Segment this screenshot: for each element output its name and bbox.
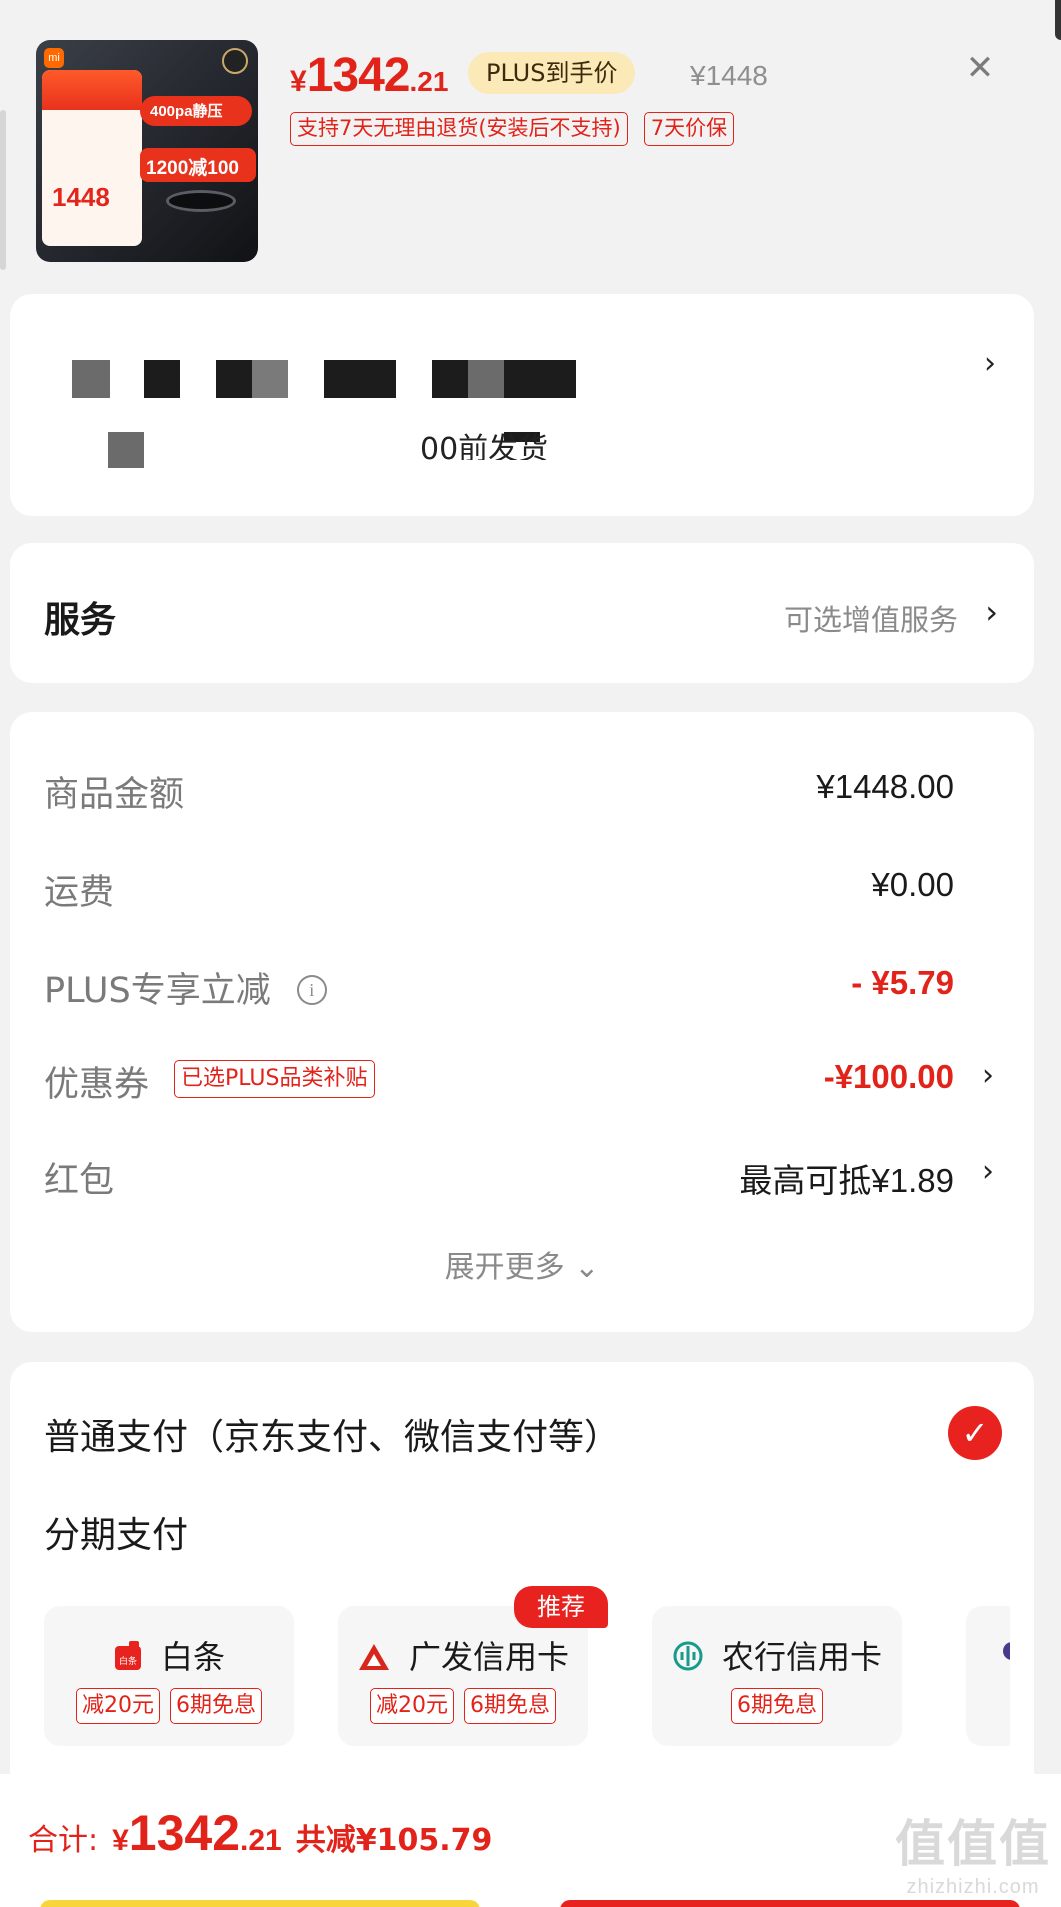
product-thumbnail[interactable]: mi 1448 400pa静压 1200减100 [36, 40, 258, 262]
option-tag: 减20元 [370, 1688, 454, 1724]
product-header: mi 1448 400pa静压 1200减100 ¥ 1342 .21 PLUS… [0, 0, 1061, 282]
promo-card: 1448 [42, 70, 142, 246]
brand-logo: mi [44, 48, 64, 68]
redacted-block [468, 360, 504, 398]
redacted-block [72, 360, 110, 398]
checkout-bar: 合计: ¥ 1342 .21 共减¥105.79 值值值 zhizhizhi.c… [0, 1774, 1061, 1907]
close-button[interactable]: ✕ [958, 46, 1002, 90]
bank-icon [1000, 1636, 1010, 1674]
redacted-block [504, 360, 576, 398]
scrollbar[interactable] [0, 110, 6, 270]
window-edge [1055, 0, 1061, 40]
installment-option-abc[interactable]: 农行信用卡 6期免息 [652, 1606, 902, 1746]
chevron-right-icon: › [984, 346, 996, 381]
installment-option-baitiao[interactable]: 白条 白条 减20元 6期免息 [44, 1606, 294, 1746]
product-price: ¥ 1342 .21 [290, 49, 449, 102]
address-card[interactable]: › [10, 294, 1034, 516]
plus-discount-value: - ¥5.79 [851, 964, 954, 1001]
redacted-block [108, 432, 144, 468]
option-tag: 6期免息 [731, 1688, 823, 1724]
option-name: 农行信用卡 [721, 1638, 882, 1676]
product-tags: 支持7天无理由退货(安装后不支持) 7天价保 [290, 112, 735, 146]
recommend-badge: 推荐 [514, 1586, 608, 1628]
redacted-block [216, 360, 252, 398]
baitiao-icon: 白条 [113, 1640, 143, 1680]
add-to-cart-button[interactable] [40, 1900, 480, 1907]
installment-options: 白条 白条 减20元 6期免息 广发信用卡 减20元 6期免息 农行信用卡 6期… [44, 1606, 1010, 1756]
redacted-block [432, 360, 468, 398]
option-tag: 6期免息 [170, 1688, 262, 1724]
option-name: 白条 [160, 1638, 225, 1676]
service-title: 服务 [44, 600, 117, 641]
coupon-value: -¥100.00 [823, 1058, 954, 1095]
submit-order-button[interactable] [560, 1900, 1020, 1907]
chevron-right-icon: › [982, 1154, 994, 1189]
stove-pan-image [166, 190, 236, 212]
coupon-selected-tag: 已选PLUS品类补贴 [174, 1060, 375, 1098]
red-packet-value: 最高可抵¥1.89 [739, 1162, 954, 1199]
total-integer: 1342 [128, 1805, 241, 1861]
return-policy-tag: 支持7天无理由退货(安装后不支持) [290, 112, 628, 146]
chevron-right-icon: › [982, 1058, 994, 1093]
installment-title: 分期支付 [44, 1515, 189, 1556]
redacted-block [324, 360, 396, 398]
checkmark-icon[interactable]: ✓ [948, 1406, 1002, 1460]
plus-price-badge: PLUS到手价 [468, 52, 636, 94]
order-total: 合计: ¥ 1342 .21 共减¥105.79 [28, 1805, 493, 1861]
thumbnail-price: 1448 [52, 182, 110, 212]
option-tag: 减20元 [76, 1688, 160, 1724]
normal-payment-option[interactable]: 普通支付（京东支付、微信支付等） [44, 1408, 620, 1460]
installment-option-more[interactable] [966, 1606, 1010, 1746]
original-price: ¥1448 [690, 60, 768, 91]
seal-icon [222, 48, 248, 74]
service-hint: 可选增值服务 [783, 603, 958, 637]
cgb-icon [357, 1642, 391, 1680]
goods-amount-value: ¥1448.00 [816, 768, 954, 805]
thumbnail-banner-main: 1200减100 [140, 148, 256, 182]
redacted-block [252, 360, 288, 398]
info-icon[interactable]: i [296, 975, 327, 1005]
price-protect-tag: 7天价保 [643, 112, 735, 146]
chevron-right-icon: › [985, 593, 998, 631]
expand-more-button[interactable]: 展开更多 ⌄ [10, 1242, 1034, 1286]
delivery-hint: 00前发货 [420, 432, 549, 460]
thumbnail-banner-top: 400pa静压 [140, 96, 252, 126]
abc-icon [672, 1640, 704, 1680]
svg-text:白条: 白条 [119, 1655, 137, 1667]
service-card[interactable]: 服务 可选增值服务 › [10, 543, 1034, 683]
shipping-value: ¥0.00 [871, 866, 954, 903]
row-goods-amount: 商品金额 ¥1448.00 [44, 768, 954, 815]
row-plus-discount: PLUS专享立减 i - ¥5.79 [44, 964, 954, 1011]
site-watermark: 值值值 zhizhizhi.com [895, 1815, 1051, 1898]
option-tag: 6期免息 [464, 1688, 556, 1724]
row-coupon[interactable]: 优惠券 已选PLUS品类补贴 -¥100.00 › [10, 1046, 1034, 1106]
redacted-block [144, 360, 180, 398]
row-shipping: 运费 ¥0.00 [44, 866, 954, 913]
option-name: 广发信用卡 [408, 1638, 569, 1676]
row-red-packet[interactable]: 红包 最高可抵¥1.89 › [10, 1142, 1034, 1202]
total-savings: 共减¥105.79 [295, 1823, 493, 1858]
price-breakdown-card: 商品金额 ¥1448.00 运费 ¥0.00 PLUS专享立减 i - ¥5.79… [10, 712, 1034, 1332]
